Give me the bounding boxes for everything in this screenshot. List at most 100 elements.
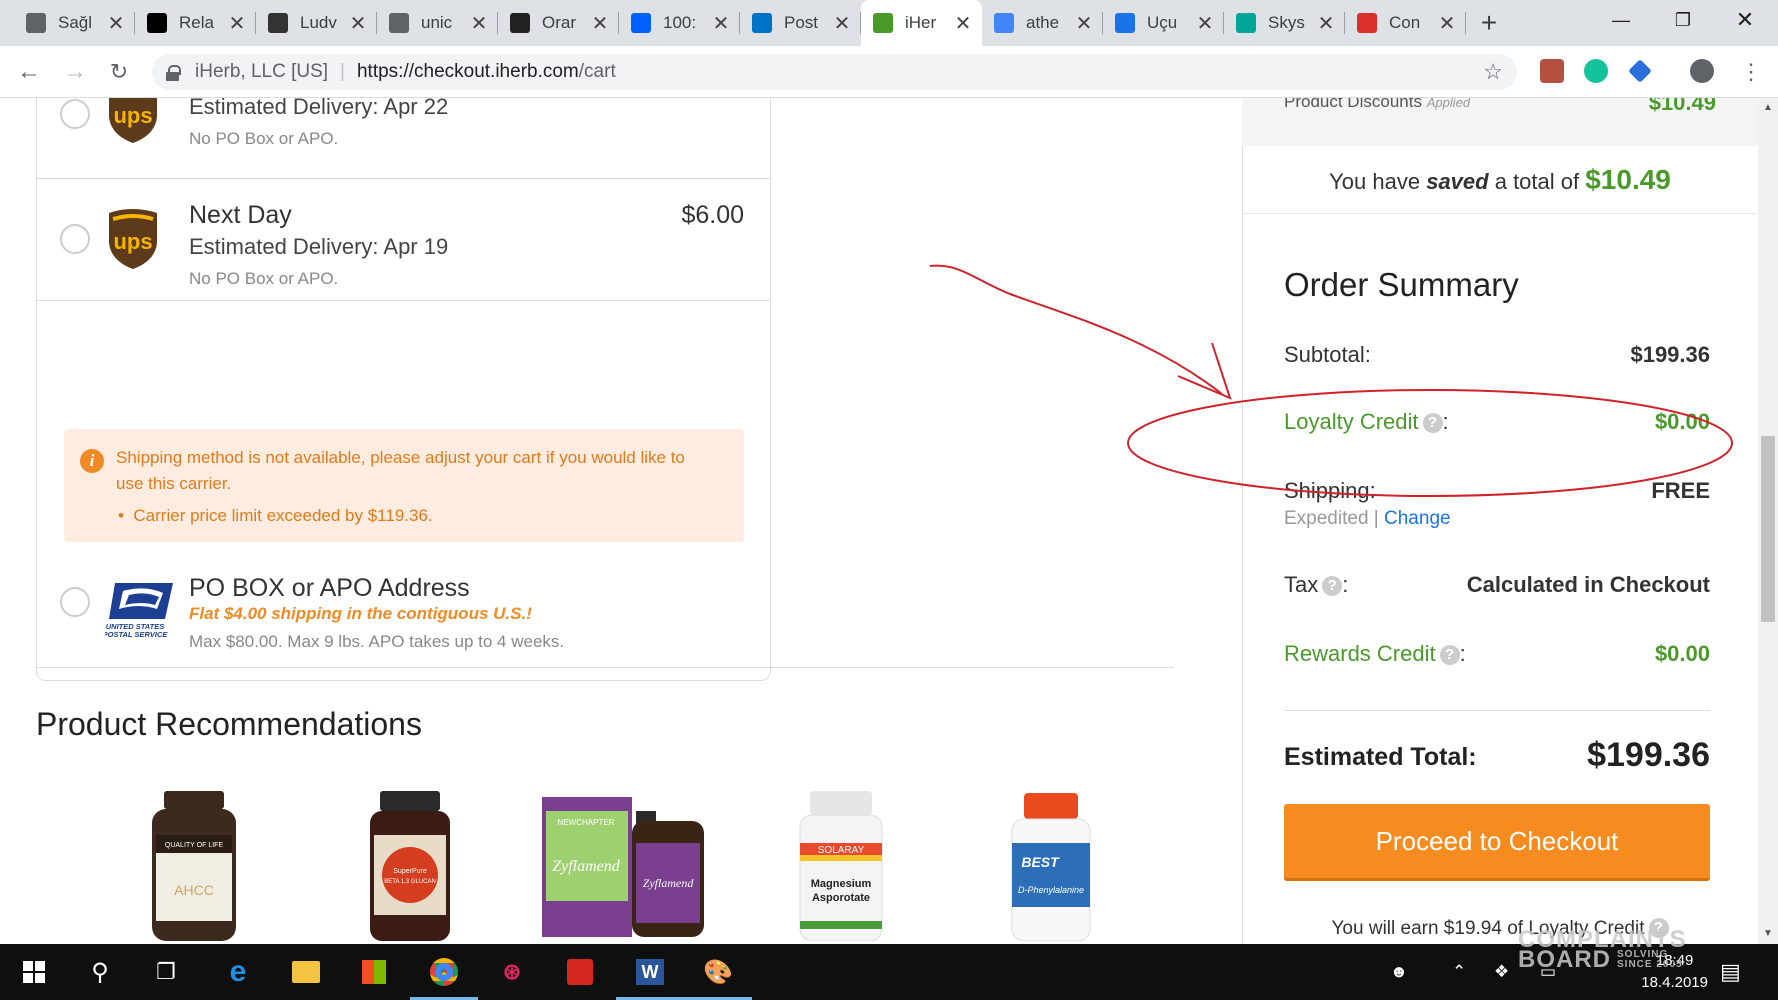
- scrollbar-thumb[interactable]: [1761, 436, 1775, 622]
- windows-start-icon[interactable]: [0, 944, 68, 1000]
- savings-banner: You have saved a total of $10.49: [1242, 148, 1758, 214]
- estimated-total-label: Estimated Total:: [1284, 743, 1477, 771]
- browser-tab[interactable]: Orar ✕: [498, 0, 619, 46]
- colon: :: [1459, 641, 1466, 666]
- annotation-arrow: [929, 264, 1232, 400]
- browser-tab[interactable]: athe ✕: [982, 0, 1103, 46]
- order-summary-title: Order Summary: [1284, 266, 1519, 303]
- forward-button[interactable]: →: [60, 58, 90, 86]
- reload-button[interactable]: ↻: [104, 58, 134, 86]
- tab-close-icon[interactable]: ✕: [228, 11, 246, 36]
- tab-close-icon[interactable]: ✕: [1075, 11, 1093, 36]
- windows-taskbar: ⚲ ❐ e ⊛ W 🎨 ☻ ⌃ ❖ ▭ 18:49 18.4.2019 ▤: [0, 944, 1778, 1000]
- tab-close-icon[interactable]: ✕: [470, 11, 488, 36]
- tab-title: Sağl: [58, 13, 93, 32]
- chrome-menu-icon[interactable]: ⋮: [1736, 58, 1766, 86]
- browser-tab[interactable]: Rela ✕: [135, 0, 256, 46]
- paint-icon[interactable]: 🎨: [684, 944, 752, 1000]
- proceed-to-checkout-button[interactable]: Proceed to Checkout: [1284, 804, 1710, 881]
- rewards-label-text: Rewards Credit: [1284, 641, 1436, 666]
- tab-close-icon[interactable]: ✕: [591, 11, 609, 36]
- word-icon[interactable]: W: [616, 944, 684, 1000]
- browser-tab[interactable]: unic ✕: [377, 0, 498, 46]
- address-bar[interactable]: iHerb, LLC [US] | https://checkout.iherb…: [152, 54, 1517, 90]
- back-button[interactable]: ←: [14, 58, 44, 86]
- notifications-icon[interactable]: ▤: [1720, 944, 1741, 1000]
- tab-close-icon[interactable]: ✕: [1317, 11, 1335, 36]
- minimize-button[interactable]: —: [1590, 0, 1652, 40]
- browser-tab[interactable]: 100: ✕: [619, 0, 740, 46]
- browser-tab[interactable]: Sağl ✕: [14, 0, 135, 46]
- scroll-down-arrow-icon[interactable]: ▼: [1758, 924, 1778, 944]
- product-discounts-value: $10.49: [1648, 98, 1716, 115]
- url-separator: |: [340, 61, 345, 82]
- extension-icon[interactable]: [1628, 59, 1652, 83]
- people-icon[interactable]: ☻: [1390, 944, 1408, 1000]
- page-content: ups Estimated Delivery: Apr 22 No PO Box…: [0, 98, 1778, 944]
- acrobat-icon[interactable]: [546, 944, 614, 1000]
- close-window-button[interactable]: ✕: [1714, 0, 1776, 40]
- play-icon: [510, 13, 530, 33]
- browser-tab[interactable]: Ludv ✕: [256, 0, 377, 46]
- tab-close-icon[interactable]: ✕: [954, 11, 972, 36]
- help-icon[interactable]: ?: [1439, 645, 1460, 665]
- browser-tab[interactable]: Uçu ✕: [1103, 0, 1224, 46]
- search-icon[interactable]: ⚲: [66, 944, 134, 1000]
- tab-title: Post: [784, 13, 819, 32]
- edge-browser-icon[interactable]: e: [204, 944, 272, 1000]
- tab-title: 100:: [663, 13, 697, 32]
- task-view-icon[interactable]: ❐: [132, 944, 200, 1000]
- tax-value: Calculated in Checkout: [1466, 572, 1710, 597]
- site-identity[interactable]: iHerb, LLC [US]: [195, 61, 328, 83]
- page-scrollbar[interactable]: ▲ ▼: [1758, 98, 1778, 944]
- browser-tab[interactable]: Skys ✕: [1224, 0, 1345, 46]
- tab-close-icon[interactable]: ✕: [1438, 11, 1456, 36]
- new-tab-button[interactable]: +: [1466, 0, 1512, 46]
- grammarly-extension-icon[interactable]: [1584, 59, 1608, 83]
- pdf-extension-icon[interactable]: [1540, 59, 1564, 83]
- browser-tab[interactable]: Con ✕: [1345, 0, 1466, 46]
- tab-strip: Sağl ✕ Rela ✕ Ludv ✕ unic ✕ Orar ✕ 100: ✕ Post ✕ iHer ✕…: [0, 0, 1778, 46]
- watermark-line2: BOARD: [1518, 946, 1611, 973]
- store-icon[interactable]: [340, 944, 408, 1000]
- browser-toolbar: ← → ↻ iHerb, LLC [US] | https://checkout…: [0, 46, 1778, 98]
- shipping-method-info: Expedited | Change: [1284, 508, 1451, 530]
- annotation-ellipse: [1127, 389, 1733, 497]
- tab-title: Skys: [1268, 13, 1305, 32]
- rewards-credit-value: $0.00: [1654, 641, 1710, 666]
- outlook-icon: [752, 13, 772, 33]
- chrome-taskbar-icon[interactable]: [410, 944, 478, 1000]
- subtotal-label: Subtotal:: [1284, 342, 1371, 367]
- savings-middle: a total of: [1494, 169, 1580, 194]
- change-shipping-link[interactable]: Change: [1384, 508, 1451, 529]
- show-hidden-icons[interactable]: ⌃: [1452, 944, 1466, 1000]
- tab-close-icon[interactable]: ✕: [349, 11, 367, 36]
- restore-button[interactable]: ❐: [1652, 0, 1714, 40]
- profile-avatar-icon[interactable]: [1690, 59, 1714, 83]
- file-explorer-icon[interactable]: [272, 944, 340, 1000]
- product-discounts-row: Product Discounts Applied $10.49: [1242, 98, 1758, 146]
- browser-tab[interactable]: iHer ✕: [861, 0, 982, 46]
- iherb-leaf-icon: [873, 13, 893, 33]
- mendeley-icon[interactable]: ⊛: [478, 944, 546, 1000]
- scroll-up-arrow-icon[interactable]: ▲: [1758, 98, 1778, 118]
- browser-tab[interactable]: Post ✕: [740, 0, 861, 46]
- lock-icon: [166, 64, 181, 81]
- wikipedia-icon: [147, 13, 167, 33]
- complaintsboard-watermark: COMPLAINTS BOARD SOLVING SINCE 2005: [1518, 928, 1687, 973]
- google-icon: [994, 13, 1014, 33]
- tab-close-icon[interactable]: ✕: [833, 11, 851, 36]
- dropbox-tray-icon[interactable]: ❖: [1494, 944, 1509, 1000]
- shield-icon: [1357, 13, 1377, 33]
- bookmark-star-icon[interactable]: ☆: [1483, 59, 1503, 85]
- tab-close-icon[interactable]: ✕: [1196, 11, 1214, 36]
- subtotal-value: $199.36: [1630, 342, 1710, 367]
- help-icon[interactable]: ?: [1322, 576, 1343, 596]
- tab-title: Ludv: [300, 13, 337, 32]
- tab-title: unic: [421, 13, 453, 32]
- url-host: https://checkout.iherb.com: [356, 61, 579, 82]
- tab-close-icon[interactable]: ✕: [107, 11, 125, 36]
- tax-label-text: Tax: [1284, 572, 1319, 597]
- order-summary-panel: Product Discounts Applied $10.49 You hav…: [1242, 98, 1758, 944]
- tab-close-icon[interactable]: ✕: [712, 11, 730, 36]
